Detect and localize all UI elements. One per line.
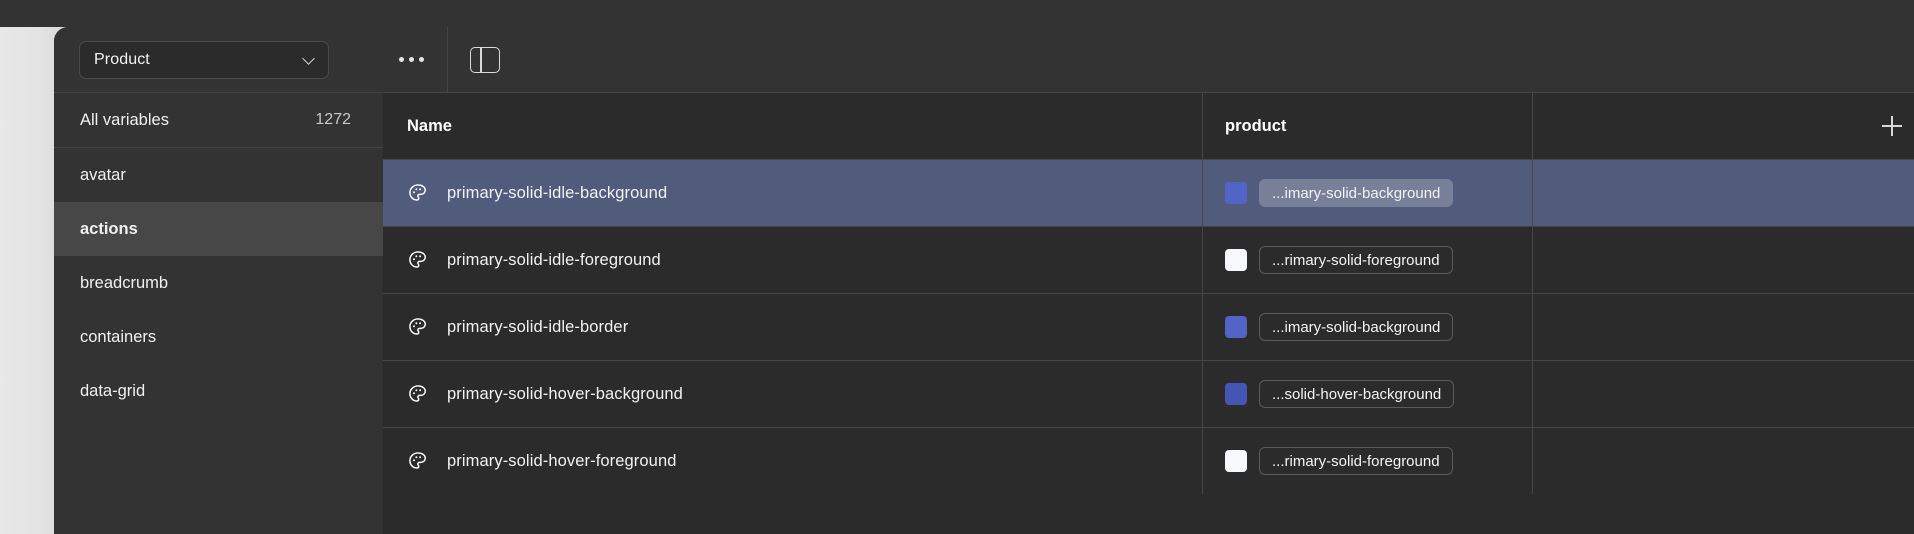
variables-table: Name product primary-solid-idle-backgrou… bbox=[383, 92, 1914, 534]
column-header-product[interactable]: product bbox=[1203, 93, 1533, 159]
color-swatch bbox=[1225, 249, 1247, 271]
sidebar-item-label: All variables bbox=[80, 110, 169, 129]
column-header-name[interactable]: Name bbox=[383, 93, 1203, 159]
table-row[interactable]: primary-solid-hover-background ...solid-… bbox=[383, 360, 1914, 427]
cell-name: primary-solid-idle-foreground bbox=[383, 227, 1203, 293]
cell-name: primary-solid-idle-border bbox=[383, 294, 1203, 360]
sidebar-item-label: actions bbox=[80, 219, 138, 238]
window-top-band bbox=[0, 0, 1914, 27]
sidebar-item-label: data-grid bbox=[80, 381, 146, 400]
sidebar-item-label: avatar bbox=[80, 165, 126, 184]
toolbar bbox=[383, 27, 1914, 92]
variables-modal: Product All variables 1272 avatar action… bbox=[54, 27, 1914, 534]
toolbar-divider bbox=[447, 27, 448, 92]
sidebar-item-containers[interactable]: containers bbox=[54, 310, 383, 364]
sidebar-nav-list: All variables 1272 avatar actions breadc… bbox=[54, 93, 383, 534]
variable-name: primary-solid-hover-background bbox=[447, 384, 683, 403]
app-root: Product All variables 1272 avatar action… bbox=[0, 0, 1914, 534]
alias-chip[interactable]: ...solid-hover-background bbox=[1259, 380, 1455, 408]
cell-empty bbox=[1533, 294, 1914, 360]
cell-name: primary-solid-hover-foreground bbox=[383, 428, 1203, 494]
sidebar-item-all-variables[interactable]: All variables 1272 bbox=[54, 93, 383, 147]
sidebar-item-count: 1272 bbox=[315, 111, 351, 128]
sidebar: Product All variables 1272 avatar action… bbox=[54, 27, 383, 534]
table-row[interactable]: primary-solid-idle-foreground ...rimary-… bbox=[383, 226, 1914, 293]
cell-product-value[interactable]: ...imary-solid-background bbox=[1203, 294, 1533, 360]
color-palette-icon bbox=[407, 182, 429, 204]
cell-empty bbox=[1533, 428, 1914, 494]
variable-name: primary-solid-hover-foreground bbox=[447, 451, 677, 470]
main-panel: Name product primary-solid-idle-backgrou… bbox=[383, 27, 1914, 534]
collection-select[interactable]: Product bbox=[79, 40, 329, 79]
cell-product-value[interactable]: ...imary-solid-background bbox=[1203, 160, 1533, 226]
cell-product-value[interactable]: ...solid-hover-background bbox=[1203, 361, 1533, 427]
color-swatch bbox=[1225, 450, 1247, 472]
alias-chip[interactable]: ...rimary-solid-foreground bbox=[1259, 447, 1453, 475]
variable-name: primary-solid-idle-border bbox=[447, 317, 629, 336]
plus-icon[interactable] bbox=[1882, 116, 1902, 136]
ellipsis-horizontal-icon[interactable] bbox=[389, 40, 433, 80]
cell-product-value[interactable]: ...rimary-solid-foreground bbox=[1203, 227, 1533, 293]
chevron-down-icon bbox=[303, 53, 316, 66]
alias-chip[interactable]: ...rimary-solid-foreground bbox=[1259, 246, 1453, 274]
color-palette-icon bbox=[407, 450, 429, 472]
cell-product-value[interactable]: ...rimary-solid-foreground bbox=[1203, 428, 1533, 494]
table-row[interactable]: primary-solid-idle-background ...imary-s… bbox=[383, 159, 1914, 226]
color-swatch bbox=[1225, 316, 1247, 338]
color-swatch bbox=[1225, 383, 1247, 405]
sidebar-header: Product bbox=[54, 27, 383, 92]
sidebar-item-actions[interactable]: actions bbox=[54, 202, 383, 256]
sidebar-item-label: breadcrumb bbox=[80, 273, 169, 292]
cell-empty bbox=[1533, 160, 1914, 226]
cell-name: primary-solid-idle-background bbox=[383, 160, 1203, 226]
sidebar-toggle-icon[interactable] bbox=[470, 46, 500, 73]
collection-select-label: Product bbox=[94, 50, 150, 68]
alias-chip[interactable]: ...imary-solid-background bbox=[1259, 313, 1454, 341]
cell-empty bbox=[1533, 227, 1914, 293]
table-row[interactable]: primary-solid-idle-border ...imary-solid… bbox=[383, 293, 1914, 360]
color-palette-icon bbox=[407, 383, 429, 405]
sidebar-item-avatar[interactable]: avatar bbox=[54, 148, 383, 202]
sidebar-item-data-grid[interactable]: data-grid bbox=[54, 364, 383, 418]
cell-empty bbox=[1533, 361, 1914, 427]
column-header-add bbox=[1533, 93, 1914, 159]
variable-name: primary-solid-idle-background bbox=[447, 183, 668, 202]
alias-chip[interactable]: ...imary-solid-background bbox=[1259, 179, 1454, 207]
color-palette-icon bbox=[407, 316, 429, 338]
table-header-row: Name product bbox=[383, 92, 1914, 159]
color-palette-icon bbox=[407, 249, 429, 271]
table-row[interactable]: primary-solid-hover-foreground ...rimary… bbox=[383, 427, 1914, 494]
variable-name: primary-solid-idle-foreground bbox=[447, 250, 661, 269]
sidebar-item-breadcrumb[interactable]: breadcrumb bbox=[54, 256, 383, 310]
cell-name: primary-solid-hover-background bbox=[383, 361, 1203, 427]
sidebar-item-label: containers bbox=[80, 327, 157, 346]
color-swatch bbox=[1225, 182, 1247, 204]
